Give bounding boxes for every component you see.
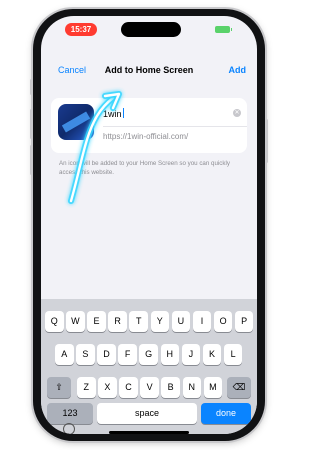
backspace-key[interactable]: ⌫ [227,377,251,398]
key-v[interactable]: V [140,377,159,398]
key-w[interactable]: W [66,311,85,332]
key-y[interactable]: Y [150,311,170,332]
url-label: https://1win-official.com/ [103,132,189,141]
volume-up-button [30,109,33,139]
mute-switch [30,79,33,95]
key-f[interactable]: F [118,344,137,365]
keyboard: QWERTYUIOP ASDFGHJKL ZXCVBNM ⇧ ⌫ 123 spa… [41,299,257,434]
key-t[interactable]: T [129,311,148,332]
battery-cap [231,28,232,31]
shift-key[interactable]: ⇧ [47,377,71,398]
info-text: An icon will be added to your Home Scree… [59,160,230,176]
nav-title: Add to Home Screen [104,65,194,75]
key-s[interactable]: S [76,344,95,365]
key-h[interactable]: H [160,344,180,365]
app-icon [58,104,94,140]
volume-down-button [30,145,33,175]
status-time: 15:37 [65,23,97,36]
key-o[interactable]: O [213,311,233,332]
key-r[interactable]: R [108,311,127,332]
add-button[interactable]: Add [229,65,247,75]
screen: 15:37 Cancel Add to Home Screen Add 1win… [41,16,257,434]
key-k[interactable]: K [202,344,222,365]
key-u[interactable]: U [171,311,191,332]
done-key[interactable]: done [201,403,251,424]
key-a[interactable]: A [55,344,74,365]
dynamic-island [121,22,181,37]
power-button [265,119,268,163]
divider [103,126,247,127]
key-b[interactable]: B [161,377,180,398]
space-key[interactable]: space [97,403,197,424]
emoji-icon[interactable] [63,423,75,434]
key-c[interactable]: C [119,377,138,398]
battery-icon [215,26,230,33]
key-i[interactable]: I [192,311,212,332]
key-j[interactable]: J [181,344,201,365]
key-q[interactable]: Q [45,311,64,332]
name-input[interactable]: 1win [103,108,124,119]
home-indicator [109,431,189,434]
key-e[interactable]: E [87,311,106,332]
name-input-value: 1win [103,109,122,119]
numbers-key[interactable]: 123 [47,403,93,424]
iphone-frame: 15:37 Cancel Add to Home Screen Add 1win… [30,9,268,441]
key-p[interactable]: P [234,311,254,332]
key-x[interactable]: X [98,377,117,398]
key-l[interactable]: L [223,344,243,365]
text-cursor [122,108,124,118]
bookmark-card: 1win ✕ https://1win-official.com/ [51,98,247,153]
status-bar: 15:37 [41,16,257,42]
key-m[interactable]: M [203,377,223,398]
key-d[interactable]: D [97,344,116,365]
key-g[interactable]: G [139,344,158,365]
key-z[interactable]: Z [77,377,96,398]
key-n[interactable]: N [182,377,202,398]
nav-bar: Cancel Add to Home Screen Add [41,60,257,82]
clear-icon[interactable]: ✕ [233,109,241,117]
